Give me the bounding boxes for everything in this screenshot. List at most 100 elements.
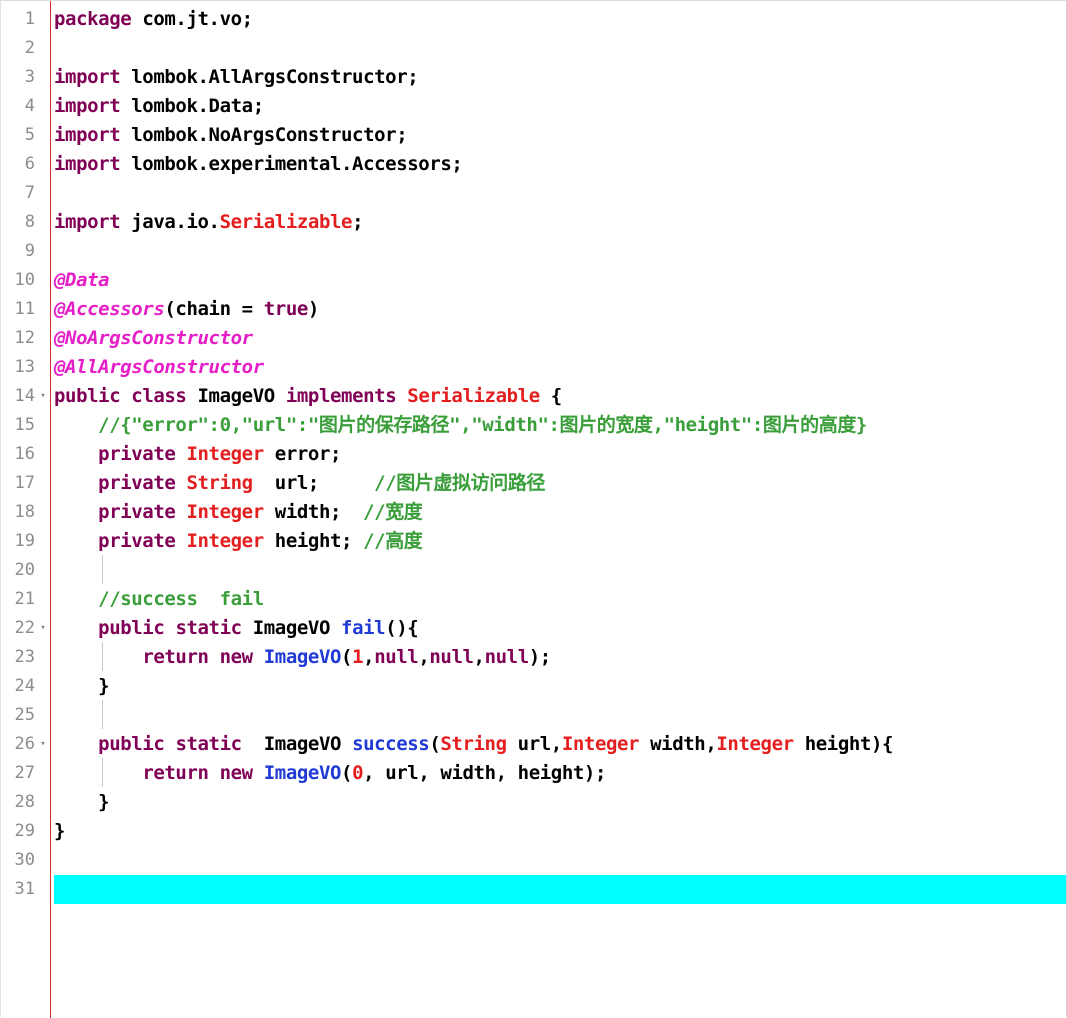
code-line[interactable]: 14 ▾ public class ImageVO implements Seria… (1, 382, 1067, 411)
code-line[interactable]: 1 package com.jt.vo; (1, 5, 1067, 34)
line-number: 12 (14, 328, 35, 348)
code-editor[interactable]: 1 package com.jt.vo; 2 3 import lombok.AllAr… (0, 0, 1067, 1018)
code-token: import (54, 153, 121, 175)
code-token: lombok.AllArgsConstructor; (120, 66, 419, 88)
fold-toggle-icon[interactable]: ▾ (38, 730, 48, 759)
code-line[interactable]: 19 private Integer height; //高度 (1, 527, 1067, 556)
code-text: @NoArgsConstructor (54, 324, 253, 353)
code-token: Integer (186, 501, 264, 523)
code-token: @Data (54, 269, 110, 291)
indent-guide (102, 642, 103, 671)
code-token: com.jt.vo; (131, 8, 253, 30)
code-token: , url, width, height); (363, 762, 606, 784)
code-token: } (54, 675, 110, 697)
code-token: success (352, 733, 430, 755)
code-token: //success fail (98, 588, 264, 610)
code-text: } (54, 672, 109, 701)
code-token: java.io. (120, 211, 220, 233)
code-text: private String url; //图片虚拟访问路径 (54, 469, 545, 498)
code-line[interactable]: 27 return new ImageVO(0, url, width, hei… (1, 759, 1067, 788)
code-line[interactable]: 6 import lombok.experimental.Accessors; (1, 150, 1067, 179)
code-line[interactable]: 9 (1, 237, 1067, 266)
code-line[interactable]: 4 import lombok.Data; (1, 92, 1067, 121)
code-line[interactable]: 26 ▾ public static ImageVO success(String… (1, 730, 1067, 759)
code-line[interactable]: 20 (1, 556, 1067, 585)
code-token: Integer (716, 733, 794, 755)
code-line[interactable]: 17 private String url; //图片虚拟访问路径 (1, 469, 1067, 498)
line-number: 4 (24, 96, 35, 116)
code-token: lombok.Data; (120, 95, 264, 117)
code-token: true (263, 298, 309, 320)
line-number: 31 (14, 879, 35, 899)
code-line[interactable]: 12 @NoArgsConstructor (1, 324, 1067, 353)
code-token: null (374, 646, 419, 668)
line-number: 25 (14, 705, 35, 725)
code-line[interactable]: 18 private Integer width; //宽度 (1, 498, 1067, 527)
code-token: //{"error":0,"url":"图片的保存路径","width":图片的… (98, 414, 867, 436)
code-token: String (440, 733, 507, 755)
code-line[interactable]: 7 (1, 179, 1067, 208)
code-token: implements (285, 385, 397, 407)
code-token: ImageVO (186, 385, 286, 407)
code-line[interactable]: 2 (1, 34, 1067, 63)
code-token: ; (352, 211, 364, 233)
code-token: Integer (561, 733, 640, 755)
line-number: 6 (24, 154, 35, 174)
code-token: ( (341, 762, 353, 784)
code-text: @Data (54, 266, 110, 295)
code-token: //高度 (363, 530, 423, 552)
code-line[interactable]: 10 @Data (1, 266, 1067, 295)
line-number: 16 (14, 444, 35, 464)
code-text: import lombok.Data; (54, 92, 264, 121)
code-token: 0 (352, 762, 364, 784)
code-line[interactable]: 13 @AllArgsConstructor (1, 353, 1067, 382)
code-token: import (54, 66, 121, 88)
code-line[interactable]: 21 //success fail (1, 585, 1067, 614)
code-line[interactable]: 5 import lombok.NoArgsConstructor; (1, 121, 1067, 150)
code-text: public static ImageVO success(String url… (54, 730, 893, 759)
code-line[interactable]: 8 import java.io.Serializable; (1, 208, 1067, 237)
code-line[interactable]: 16 private Integer error; (1, 440, 1067, 469)
fold-toggle-icon[interactable]: ▾ (38, 382, 48, 411)
code-token: class (131, 385, 187, 407)
fold-toggle-icon[interactable]: ▾ (38, 614, 48, 643)
code-line[interactable]: 15 //{"error":0,"url":"图片的保存路径","width":… (1, 411, 1067, 440)
code-line[interactable]: 22 ▾ public static ImageVO fail(){ (1, 614, 1067, 643)
line-number: 7 (24, 183, 35, 203)
code-line[interactable]: 30 (1, 846, 1067, 875)
code-line[interactable]: 25 (1, 701, 1067, 730)
line-number: 20 (14, 560, 35, 580)
line-number: 17 (14, 473, 35, 493)
code-text: package com.jt.vo; (54, 5, 253, 34)
code-line[interactable]: 3 import lombok.AllArgsConstructor; (1, 63, 1067, 92)
code-token: package (54, 8, 132, 30)
code-text: } (54, 788, 109, 817)
code-text: //success fail (54, 585, 264, 614)
code-text: } (54, 817, 65, 846)
line-number: 18 (14, 502, 35, 522)
code-token: ImageVO (263, 762, 342, 784)
current-line[interactable]: 31 (1, 875, 1067, 904)
line-number: 5 (24, 125, 35, 145)
code-line[interactable]: 29} (1, 817, 1067, 846)
indent-guide (102, 700, 103, 729)
code-token: height){ (793, 733, 894, 755)
line-number: 21 (14, 589, 35, 609)
line-number: 23 (14, 647, 35, 667)
code-line[interactable]: 23 return new ImageVO(1,null,null,null); (1, 643, 1067, 672)
code-line[interactable]: 24 } (1, 672, 1067, 701)
code-line[interactable]: 28 } (1, 788, 1067, 817)
code-line[interactable]: 11 @Accessors(chain = true) (1, 295, 1067, 324)
